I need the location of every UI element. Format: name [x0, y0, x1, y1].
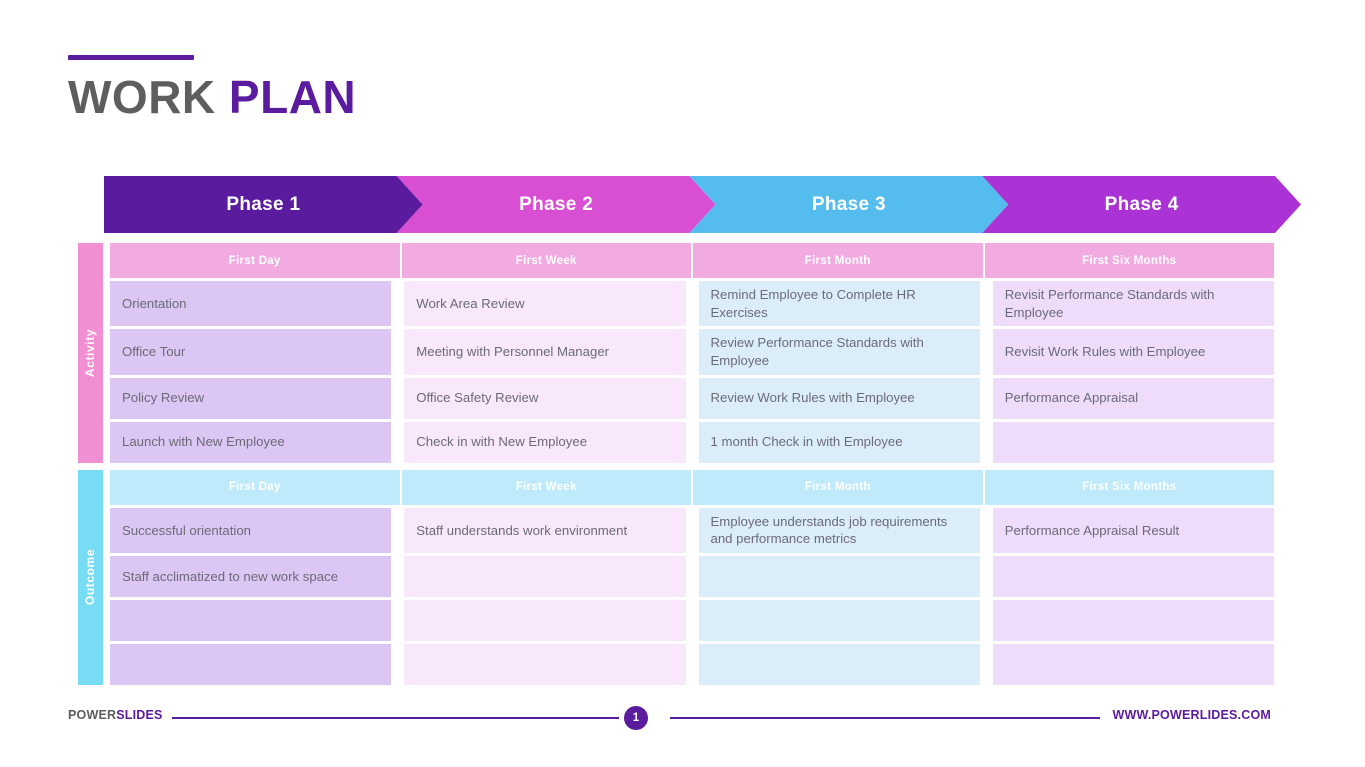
outcome-cell-r3c1[interactable] [110, 600, 392, 642]
outcome-cell-r1c1[interactable]: Successful orientation [110, 507, 392, 554]
work-plan-matrix: Activity First Day First Week First Mont… [78, 243, 1274, 686]
activity-cell-r3c2[interactable]: Office Safety Review [404, 377, 686, 419]
table-row: Orientation Work Area Review Remind Empl… [110, 281, 1274, 327]
brand-part-1: POWER [68, 708, 117, 722]
brand-logo: POWERSLIDES [68, 708, 163, 722]
section-label-outcome: Outcome [78, 469, 103, 686]
table-row: Office Tour Meeting with Personnel Manag… [110, 329, 1274, 375]
section-outcome: Outcome First Day First Week First Month… [78, 469, 1274, 686]
section-label-activity-text: Activity [83, 328, 98, 377]
activity-header-3: First Month [693, 243, 983, 278]
page-number-badge: 1 [624, 706, 648, 730]
activity-grid: First Day First Week First Month First S… [110, 243, 1274, 463]
activity-cell-r2c3[interactable]: Review Performance Standards with Employ… [698, 329, 980, 375]
activity-header-4: First Six Months [984, 243, 1274, 278]
brand-part-2: SLIDES [116, 708, 163, 722]
outcome-cell-r1c4[interactable]: Performance Appraisal Result [992, 507, 1274, 554]
page-title-word-1: WORK [68, 71, 216, 123]
outcome-cell-r4c2[interactable] [404, 644, 686, 686]
phase-label-1: Phase 1 [226, 193, 301, 215]
activity-cell-r1c3[interactable]: Remind Employee to Complete HR Exercises [698, 281, 980, 327]
outcome-header-1: First Day [110, 469, 400, 505]
outcome-cell-r3c2[interactable] [404, 600, 686, 642]
table-row [110, 644, 1274, 686]
activity-cell-r3c4[interactable]: Performance Appraisal [992, 377, 1274, 419]
outcome-cell-r2c4[interactable] [992, 556, 1274, 598]
activity-cell-r3c3[interactable]: Review Work Rules with Employee [698, 377, 980, 419]
activity-cell-r3c1[interactable]: Policy Review [110, 377, 392, 419]
outcome-cell-r3c3[interactable] [698, 600, 980, 642]
phase-chevron-1[interactable]: Phase 1 [104, 176, 423, 233]
activity-cell-r4c3[interactable]: 1 month Check in with Employee [698, 421, 980, 463]
outcome-header-row: First Day First Week First Month First S… [110, 469, 1274, 505]
phase-label-2: Phase 2 [519, 193, 594, 215]
phase-band: Phase 1 Phase 2 Phase 3 Phase 4 [104, 176, 1301, 233]
section-activity: Activity First Day First Week First Mont… [78, 243, 1274, 463]
outcome-header-3: First Month [693, 469, 983, 505]
outcome-cell-r2c1[interactable]: Staff acclimatized to new work space [110, 556, 392, 598]
table-row: Launch with New Employee Check in with N… [110, 421, 1274, 463]
site-url[interactable]: WWW.POWERLIDES.COM [1113, 708, 1271, 722]
title-accent-rule [68, 55, 194, 60]
activity-header-row: First Day First Week First Month First S… [110, 243, 1274, 278]
outcome-header-4: First Six Months [984, 469, 1274, 505]
activity-cell-r2c1[interactable]: Office Tour [110, 329, 392, 375]
phase-chevron-2[interactable]: Phase 2 [397, 176, 716, 233]
outcome-cell-r3c4[interactable] [992, 600, 1274, 642]
table-row: Staff acclimatized to new work space [110, 556, 1274, 598]
activity-cell-r1c4[interactable]: Revisit Performance Standards with Emplo… [992, 281, 1274, 327]
activity-cell-r4c1[interactable]: Launch with New Employee [110, 421, 392, 463]
activity-cell-r2c4[interactable]: Revisit Work Rules with Employee [992, 329, 1274, 375]
footer: POWERSLIDES 1 WWW.POWERLIDES.COM [0, 706, 1365, 746]
outcome-cell-r4c3[interactable] [698, 644, 980, 686]
activity-cell-r1c1[interactable]: Orientation [110, 281, 392, 327]
phase-chevron-4[interactable]: Phase 4 [982, 176, 1301, 233]
phase-label-3: Phase 3 [811, 193, 886, 215]
section-label-activity: Activity [78, 243, 103, 463]
page-title: WORK PLAN [68, 74, 356, 120]
title-area: WORK PLAN [68, 55, 356, 120]
outcome-header-2: First Week [401, 469, 691, 505]
activity-cell-r4c4[interactable] [992, 421, 1274, 463]
table-row: Successful orientation Staff understands… [110, 507, 1274, 554]
outcome-cell-r2c3[interactable] [698, 556, 980, 598]
activity-header-2: First Week [401, 243, 691, 278]
footer-rule-left [172, 717, 619, 719]
section-label-outcome-text: Outcome [83, 549, 98, 606]
phase-chevron-3[interactable]: Phase 3 [690, 176, 1009, 233]
footer-rule-right [670, 717, 1100, 719]
outcome-cell-r1c2[interactable]: Staff understands work environment [404, 507, 686, 554]
activity-cell-r1c2[interactable]: Work Area Review [404, 281, 686, 327]
phase-label-4: Phase 4 [1104, 193, 1179, 215]
outcome-cell-r4c4[interactable] [992, 644, 1274, 686]
activity-cell-r4c2[interactable]: Check in with New Employee [404, 421, 686, 463]
table-row [110, 600, 1274, 642]
outcome-cell-r2c2[interactable] [404, 556, 686, 598]
outcome-cell-r4c1[interactable] [110, 644, 392, 686]
activity-header-1: First Day [110, 243, 400, 278]
table-row: Policy Review Office Safety Review Revie… [110, 377, 1274, 419]
outcome-grid: First Day First Week First Month First S… [110, 469, 1274, 686]
activity-cell-r2c2[interactable]: Meeting with Personnel Manager [404, 329, 686, 375]
page-title-word-2: PLAN [228, 71, 357, 123]
outcome-cell-r1c3[interactable]: Employee understands job requirements an… [698, 507, 980, 554]
